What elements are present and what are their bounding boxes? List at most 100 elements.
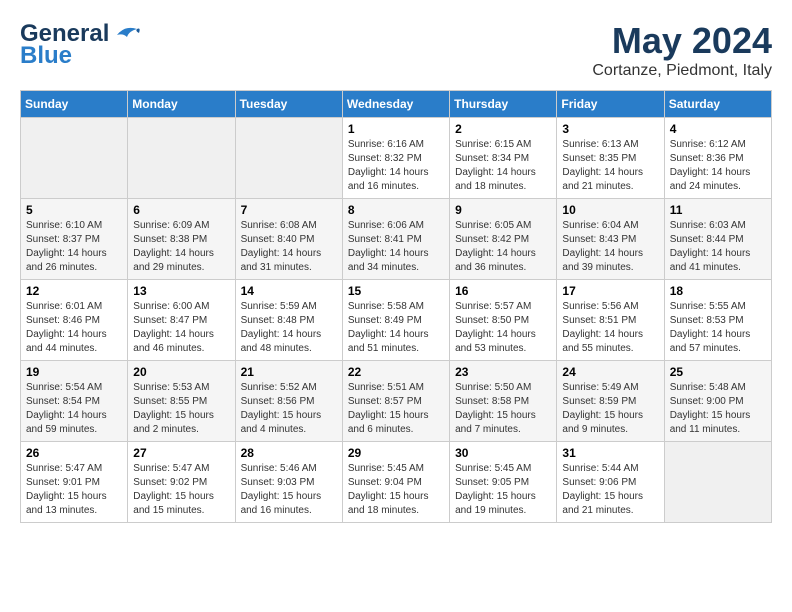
day-number: 19 (26, 365, 122, 379)
day-info: Sunrise: 6:10 AM Sunset: 8:37 PM Dayligh… (26, 219, 122, 275)
day-info: Sunrise: 5:57 AM Sunset: 8:50 PM Dayligh… (455, 300, 551, 356)
day-number: 6 (133, 203, 229, 217)
day-info: Sunrise: 5:50 AM Sunset: 8:58 PM Dayligh… (455, 381, 551, 437)
calendar-cell: 10 Sunrise: 6:04 AM Sunset: 8:43 PM Dayli… (557, 199, 664, 280)
calendar-cell: 19 Sunrise: 5:54 AM Sunset: 8:54 PM Dayli… (21, 361, 128, 442)
day-info: Sunrise: 5:58 AM Sunset: 8:49 PM Dayligh… (348, 300, 444, 356)
calendar-cell: 3Sunrise: 6:13 AM Sunset: 8:35 PM Daylig… (557, 118, 664, 199)
calendar-cell (664, 442, 771, 523)
day-info: Sunrise: 5:45 AM Sunset: 9:04 PM Dayligh… (348, 462, 444, 518)
calendar-cell: 24 Sunrise: 5:49 AM Sunset: 8:59 PM Dayli… (557, 361, 664, 442)
day-number: 25 (670, 365, 766, 379)
calendar-cell: 21 Sunrise: 5:52 AM Sunset: 8:56 PM Dayli… (235, 361, 342, 442)
day-info: Sunrise: 5:45 AM Sunset: 9:05 PM Dayligh… (455, 462, 551, 518)
day-number: 13 (133, 284, 229, 298)
day-info: Sunrise: 6:04 AM Sunset: 8:43 PM Dayligh… (562, 219, 658, 275)
calendar-cell: 4 Sunrise: 6:12 AM Sunset: 8:36 PM Daylig… (664, 118, 771, 199)
calendar-cell: 1 Sunrise: 6:16 AM Sunset: 8:32 PM Daylig… (342, 118, 449, 199)
day-info: Sunrise: 5:47 AM Sunset: 9:01 PM Dayligh… (26, 462, 122, 518)
calendar-cell: 5 Sunrise: 6:10 AM Sunset: 8:37 PM Daylig… (21, 199, 128, 280)
day-number: 17 (562, 284, 658, 298)
day-number: 2 (455, 122, 551, 136)
day-info: Sunrise: 6:03 AM Sunset: 8:44 PM Dayligh… (670, 219, 766, 275)
calendar-cell: 29 Sunrise: 5:45 AM Sunset: 9:04 PM Dayli… (342, 442, 449, 523)
day-info: Sunrise: 5:56 AM Sunset: 8:51 PM Dayligh… (562, 300, 658, 356)
calendar-cell: 12 Sunrise: 6:01 AM Sunset: 8:46 PM Dayli… (21, 280, 128, 361)
calendar-cell: 11 Sunrise: 6:03 AM Sunset: 8:44 PM Dayli… (664, 199, 771, 280)
week-row-2: 5 Sunrise: 6:10 AM Sunset: 8:37 PM Daylig… (21, 199, 772, 280)
day-number: 28 (241, 446, 337, 460)
calendar-cell: 26 Sunrise: 5:47 AM Sunset: 9:01 PM Dayli… (21, 442, 128, 523)
logo-bird-icon (109, 23, 141, 45)
day-number: 16 (455, 284, 551, 298)
day-info: Sunrise: 5:47 AM Sunset: 9:02 PM Dayligh… (133, 462, 229, 518)
calendar-cell: 15 Sunrise: 5:58 AM Sunset: 8:49 PM Dayli… (342, 280, 449, 361)
week-row-1: 1 Sunrise: 6:16 AM Sunset: 8:32 PM Daylig… (21, 118, 772, 199)
day-number: 21 (241, 365, 337, 379)
calendar-cell: 2Sunrise: 6:15 AM Sunset: 8:34 PM Daylig… (450, 118, 557, 199)
day-info: Sunrise: 6:01 AM Sunset: 8:46 PM Dayligh… (26, 300, 122, 356)
weekday-header-tuesday: Tuesday (235, 91, 342, 118)
day-number: 9 (455, 203, 551, 217)
day-info: Sunrise: 5:52 AM Sunset: 8:56 PM Dayligh… (241, 381, 337, 437)
calendar-cell: 6 Sunrise: 6:09 AM Sunset: 8:38 PM Daylig… (128, 199, 235, 280)
day-number: 15 (348, 284, 444, 298)
calendar-cell (128, 118, 235, 199)
calendar-cell (235, 118, 342, 199)
week-row-4: 19 Sunrise: 5:54 AM Sunset: 8:54 PM Dayli… (21, 361, 772, 442)
weekday-header-saturday: Saturday (664, 91, 771, 118)
day-info: Sunrise: 6:12 AM Sunset: 8:36 PM Dayligh… (670, 138, 766, 194)
calendar-cell: 31Sunrise: 5:44 AM Sunset: 9:06 PM Dayli… (557, 442, 664, 523)
page-header: General Blue May 2024 Cortanze, Piedmont… (20, 20, 772, 80)
day-number: 11 (670, 203, 766, 217)
day-number: 20 (133, 365, 229, 379)
day-number: 30 (455, 446, 551, 460)
day-info: Sunrise: 6:06 AM Sunset: 8:41 PM Dayligh… (348, 219, 444, 275)
day-info: Sunrise: 5:49 AM Sunset: 8:59 PM Dayligh… (562, 381, 658, 437)
weekday-header-friday: Friday (557, 91, 664, 118)
calendar-cell: 25 Sunrise: 5:48 AM Sunset: 9:00 PM Dayli… (664, 361, 771, 442)
day-info: Sunrise: 6:16 AM Sunset: 8:32 PM Dayligh… (348, 138, 444, 194)
calendar-cell: 27Sunrise: 5:47 AM Sunset: 9:02 PM Dayli… (128, 442, 235, 523)
calendar-cell: 7 Sunrise: 6:08 AM Sunset: 8:40 PM Daylig… (235, 199, 342, 280)
weekday-header-wednesday: Wednesday (342, 91, 449, 118)
calendar-table: SundayMondayTuesdayWednesdayThursdayFrid… (20, 90, 772, 523)
calendar-cell: 17 Sunrise: 5:56 AM Sunset: 8:51 PM Dayli… (557, 280, 664, 361)
calendar-cell: 23Sunrise: 5:50 AM Sunset: 8:58 PM Dayli… (450, 361, 557, 442)
day-number: 4 (670, 122, 766, 136)
day-info: Sunrise: 5:44 AM Sunset: 9:06 PM Dayligh… (562, 462, 658, 518)
day-info: Sunrise: 6:00 AM Sunset: 8:47 PM Dayligh… (133, 300, 229, 356)
calendar-cell: 14 Sunrise: 5:59 AM Sunset: 8:48 PM Dayli… (235, 280, 342, 361)
day-number: 26 (26, 446, 122, 460)
day-number: 14 (241, 284, 337, 298)
day-info: Sunrise: 6:09 AM Sunset: 8:38 PM Dayligh… (133, 219, 229, 275)
day-number: 10 (562, 203, 658, 217)
week-row-3: 12 Sunrise: 6:01 AM Sunset: 8:46 PM Dayli… (21, 280, 772, 361)
day-number: 24 (562, 365, 658, 379)
calendar-cell: 30 Sunrise: 5:45 AM Sunset: 9:05 PM Dayli… (450, 442, 557, 523)
calendar-cell: 8 Sunrise: 6:06 AM Sunset: 8:41 PM Daylig… (342, 199, 449, 280)
day-number: 5 (26, 203, 122, 217)
day-info: Sunrise: 6:05 AM Sunset: 8:42 PM Dayligh… (455, 219, 551, 275)
day-number: 1 (348, 122, 444, 136)
calendar-cell (21, 118, 128, 199)
day-info: Sunrise: 5:55 AM Sunset: 8:53 PM Dayligh… (670, 300, 766, 356)
day-number: 12 (26, 284, 122, 298)
day-number: 8 (348, 203, 444, 217)
day-info: Sunrise: 5:53 AM Sunset: 8:55 PM Dayligh… (133, 381, 229, 437)
calendar-cell: 22Sunrise: 5:51 AM Sunset: 8:57 PM Dayli… (342, 361, 449, 442)
calendar-cell: 13 Sunrise: 6:00 AM Sunset: 8:47 PM Dayli… (128, 280, 235, 361)
day-number: 7 (241, 203, 337, 217)
logo: General Blue (20, 20, 141, 70)
day-info: Sunrise: 5:46 AM Sunset: 9:03 PM Dayligh… (241, 462, 337, 518)
day-info: Sunrise: 6:08 AM Sunset: 8:40 PM Dayligh… (241, 219, 337, 275)
day-info: Sunrise: 5:59 AM Sunset: 8:48 PM Dayligh… (241, 300, 337, 356)
day-info: Sunrise: 5:48 AM Sunset: 9:00 PM Dayligh… (670, 381, 766, 437)
day-number: 29 (348, 446, 444, 460)
day-info: Sunrise: 5:51 AM Sunset: 8:57 PM Dayligh… (348, 381, 444, 437)
day-number: 3 (562, 122, 658, 136)
calendar-cell: 18Sunrise: 5:55 AM Sunset: 8:53 PM Dayli… (664, 280, 771, 361)
weekday-header-row: SundayMondayTuesdayWednesdayThursdayFrid… (21, 91, 772, 118)
day-info: Sunrise: 5:54 AM Sunset: 8:54 PM Dayligh… (26, 381, 122, 437)
calendar-cell: 28 Sunrise: 5:46 AM Sunset: 9:03 PM Dayli… (235, 442, 342, 523)
